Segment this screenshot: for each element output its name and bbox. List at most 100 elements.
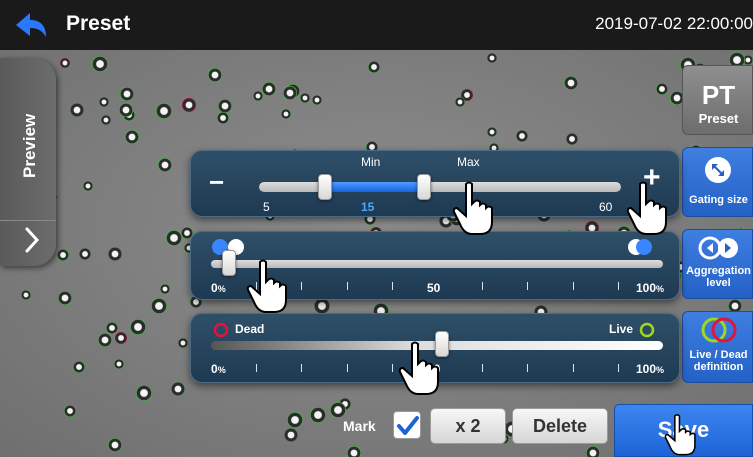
cell-marker [58,291,72,305]
cell-marker [57,249,69,261]
cell-marker [70,103,84,117]
cell-marker [119,103,133,117]
cell-marker [92,56,108,72]
min-label: Min [361,155,381,169]
x2-button[interactable]: x 2 [430,408,506,444]
cell-marker [130,319,146,335]
checkmark-icon [397,416,419,435]
cell-marker [158,158,172,172]
divider [0,220,56,221]
preset-pt-text: PT [701,80,736,110]
chevron-right-icon[interactable] [24,226,40,254]
cell-marker [64,405,76,417]
mark-label: Mark [343,418,376,434]
cell-marker [208,68,222,82]
cell-marker [330,402,346,418]
cell-marker [284,428,298,442]
cell-marker [283,86,297,100]
preview-tab[interactable]: Preview [0,58,56,266]
cell-marker [262,82,276,96]
preset-tool-button[interactable]: PT Preset [682,65,753,135]
max-slider-handle[interactable] [416,174,431,200]
cell-marker [171,382,185,396]
cell-marker [455,97,465,107]
cell-marker [120,87,134,101]
cell-marker [347,446,361,457]
top-bar: Preset 2019-07-02 22:00:00 [0,0,753,50]
gating-size-button[interactable]: Gating size [682,147,753,217]
cell-marker [656,83,668,95]
cell-marker [564,76,578,90]
cell-marker [368,61,380,73]
live-dead-definition-button[interactable]: Live / Dead definition [682,311,753,383]
cell-marker [217,112,229,124]
aggregation-level-button[interactable]: Aggregation level [682,229,753,299]
cell-marker [300,93,310,103]
cell-marker [487,127,497,137]
scale-max-label: 60 [599,200,613,214]
scale-min-label: 5 [263,200,270,214]
cell-marker [566,133,578,145]
cell-marker [114,359,124,369]
gating-size-label: Gating size [689,194,748,206]
scale-tick [256,364,258,372]
mark-checkbox[interactable] [393,411,421,439]
scale-tick [301,282,303,290]
dead-label: Dead [235,322,265,336]
preset-tool-label: Preset [698,111,739,126]
cell-marker [281,109,291,119]
scale-tick [391,282,393,290]
page-title: Preset [66,12,131,35]
pointer-hand-icon [664,414,696,456]
live-dead-label-2: definition [693,361,744,373]
agg-min-label: 0% [211,281,226,295]
gating-track[interactable] [259,182,621,192]
cell-marker [218,99,232,113]
scale-tick [301,364,303,372]
live-label: Live [609,322,634,336]
cell-marker [487,53,497,63]
gating-range-fill [324,182,424,192]
pointer-hand-icon [246,259,287,313]
scale-tick [346,364,348,372]
datetime: 2019-07-02 22:00:00 [595,14,753,33]
scale-tick [572,364,574,372]
dead-circle-icon [213,322,229,338]
cell-marker [166,230,182,246]
pointer-hand-icon [398,341,439,395]
cell-marker [106,322,118,334]
scale-tick [572,282,574,290]
cell-marker [314,298,330,314]
cell-marker [287,412,303,428]
cell-marker [83,181,93,191]
live-dead-icon [701,317,737,343]
resize-icon [705,157,731,183]
cell-marker [160,284,170,294]
cell-marker [586,446,600,457]
gating-size-panel: − + Min Max 5 15 60 [190,150,680,217]
cell-marker [73,361,85,373]
back-arrow-icon[interactable] [14,10,48,40]
aggregation-slider-handle[interactable] [222,250,237,276]
max-label: Max [457,155,480,169]
min-value-label: 15 [361,200,375,214]
cell-marker [253,91,263,101]
scale-tick [482,364,484,372]
scale-tick [346,282,348,290]
cell-marker [108,438,122,452]
agg-mid-label: 50 [427,281,441,295]
live-dead-label-1: Live / Dead [689,349,748,361]
cell-marker [182,98,196,112]
cell-marker [125,130,139,144]
scale-tick [527,364,529,372]
scale-tick [527,282,529,290]
decrease-button[interactable]: − [209,167,224,198]
aggregation-icon [698,236,738,260]
ld-max-label: 100% [636,362,665,376]
pointer-hand-icon [626,181,667,235]
delete-button[interactable]: Delete [512,408,608,444]
aggregation-right-icon [628,239,652,255]
cell-marker [156,103,172,119]
scale-tick [482,282,484,290]
min-slider-handle[interactable] [317,174,332,200]
